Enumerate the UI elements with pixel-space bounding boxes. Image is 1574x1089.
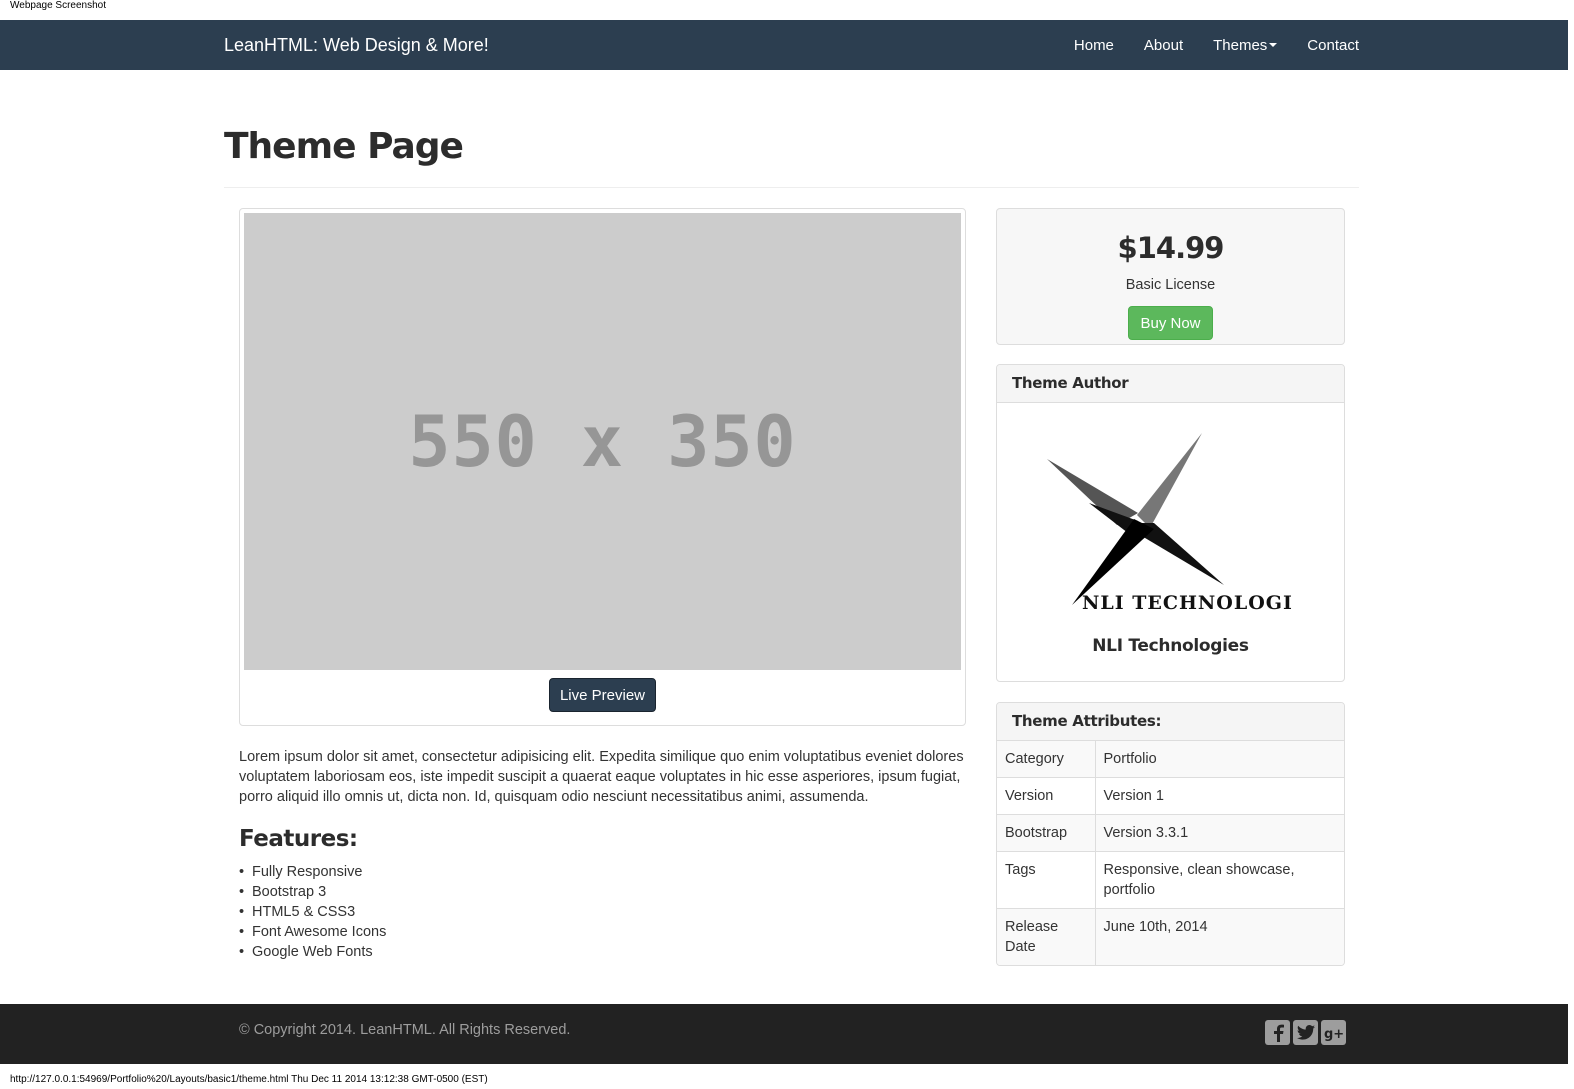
attribute-value: Version 3.3.1 bbox=[1095, 814, 1344, 852]
list-item: Font Awesome Icons bbox=[239, 922, 386, 942]
theme-description: Lorem ipsum dolor sit amet, consectetur … bbox=[239, 749, 964, 805]
copyright-text: © Copyright 2014. LeanHTML. All Rights R… bbox=[239, 1022, 571, 1038]
google-plus-icon[interactable]: g+ bbox=[1321, 1020, 1346, 1045]
author-logo: NLI TECHNOLOGI bbox=[1042, 433, 1302, 614]
attribute-value: Portfolio bbox=[1095, 741, 1344, 778]
theme-attributes-panel: Theme Attributes: Category Portfolio Ver… bbox=[996, 702, 1345, 966]
screenshot-caption: Webpage Screenshot bbox=[10, 0, 106, 11]
features-list: Fully Responsive Bootstrap 3 HTML5 & CSS… bbox=[239, 862, 386, 962]
table-row: Tags Responsive, clean showcase, portfol… bbox=[997, 851, 1344, 909]
attribute-key: Version bbox=[997, 777, 1096, 815]
attribute-key: Release Date bbox=[997, 908, 1096, 965]
logo-star-blade bbox=[1047, 459, 1138, 525]
logo-wordmark: NLI TECHNOLOGI bbox=[1082, 592, 1293, 613]
preview-placeholder-image: 550 x 350 bbox=[244, 213, 961, 670]
author-panel-heading: Theme Author bbox=[997, 365, 1344, 403]
attribute-value: Version 1 bbox=[1095, 777, 1344, 815]
attribute-value: June 10th, 2014 bbox=[1095, 908, 1344, 965]
table-row: Bootstrap Version 3.3.1 bbox=[997, 814, 1344, 852]
price: $14.99 bbox=[1117, 231, 1225, 265]
status-bar-url: http://127.0.0.1:54969/Portfolio%20/Layo… bbox=[10, 1074, 488, 1085]
twitter-icon[interactable] bbox=[1293, 1020, 1318, 1045]
navbar: LeanHTML: Web Design & More! Home About … bbox=[0, 20, 1568, 70]
table-row: Version Version 1 bbox=[997, 777, 1344, 815]
list-item: Google Web Fonts bbox=[239, 942, 386, 962]
nav-themes-dropdown[interactable]: Themes bbox=[1213, 36, 1278, 54]
live-preview-button[interactable]: Live Preview bbox=[549, 678, 656, 712]
list-item: HTML5 & CSS3 bbox=[239, 902, 386, 922]
page-title: Theme Page bbox=[224, 126, 464, 167]
list-item: Fully Responsive bbox=[239, 862, 386, 882]
title-divider bbox=[224, 187, 1359, 188]
attributes-panel-heading: Theme Attributes: bbox=[997, 703, 1344, 741]
theme-author-panel: Theme Author NLI TECHNOLOGI NLI Technolo… bbox=[996, 364, 1345, 682]
svg-text:g+: g+ bbox=[1324, 1027, 1344, 1041]
license-label: Basic License bbox=[1125, 277, 1216, 293]
placeholder-dimensions: 550 x 350 bbox=[408, 400, 797, 483]
pricing-panel: $14.99 Basic License Buy Now bbox=[996, 208, 1345, 345]
nav-home-link[interactable]: Home bbox=[1074, 37, 1114, 54]
attribute-key: Tags bbox=[997, 851, 1096, 909]
attribute-key: Category bbox=[997, 741, 1096, 778]
features-heading: Features: bbox=[239, 826, 358, 852]
buy-now-button[interactable]: Buy Now bbox=[1128, 306, 1213, 340]
list-item: Bootstrap 3 bbox=[239, 882, 386, 902]
nav-themes-label: Themes bbox=[1213, 36, 1268, 54]
nav-about-link[interactable]: About bbox=[1144, 37, 1183, 54]
theme-preview-card: 550 x 350 Live Preview bbox=[239, 208, 966, 726]
table-row: Category Portfolio bbox=[997, 741, 1344, 778]
attribute-key: Bootstrap bbox=[997, 814, 1096, 852]
attribute-value: Responsive, clean showcase, portfolio bbox=[1095, 851, 1344, 909]
footer: © Copyright 2014. LeanHTML. All Rights R… bbox=[0, 1004, 1568, 1064]
caret-down-icon bbox=[1269, 43, 1278, 47]
nav-links: Home About Themes Contact bbox=[1044, 20, 1359, 70]
social-links: g+ bbox=[1265, 1020, 1346, 1045]
nav-contact-link[interactable]: Contact bbox=[1307, 37, 1359, 54]
author-name: NLI Technologies bbox=[1092, 636, 1249, 656]
attributes-table: Category Portfolio Version Version 1 Boo… bbox=[997, 741, 1344, 965]
brand-link[interactable]: LeanHTML: Web Design & More! bbox=[224, 20, 489, 70]
logo-star-blade bbox=[1137, 433, 1202, 528]
table-row: Release Date June 10th, 2014 bbox=[997, 908, 1344, 965]
facebook-icon[interactable] bbox=[1265, 1020, 1290, 1045]
